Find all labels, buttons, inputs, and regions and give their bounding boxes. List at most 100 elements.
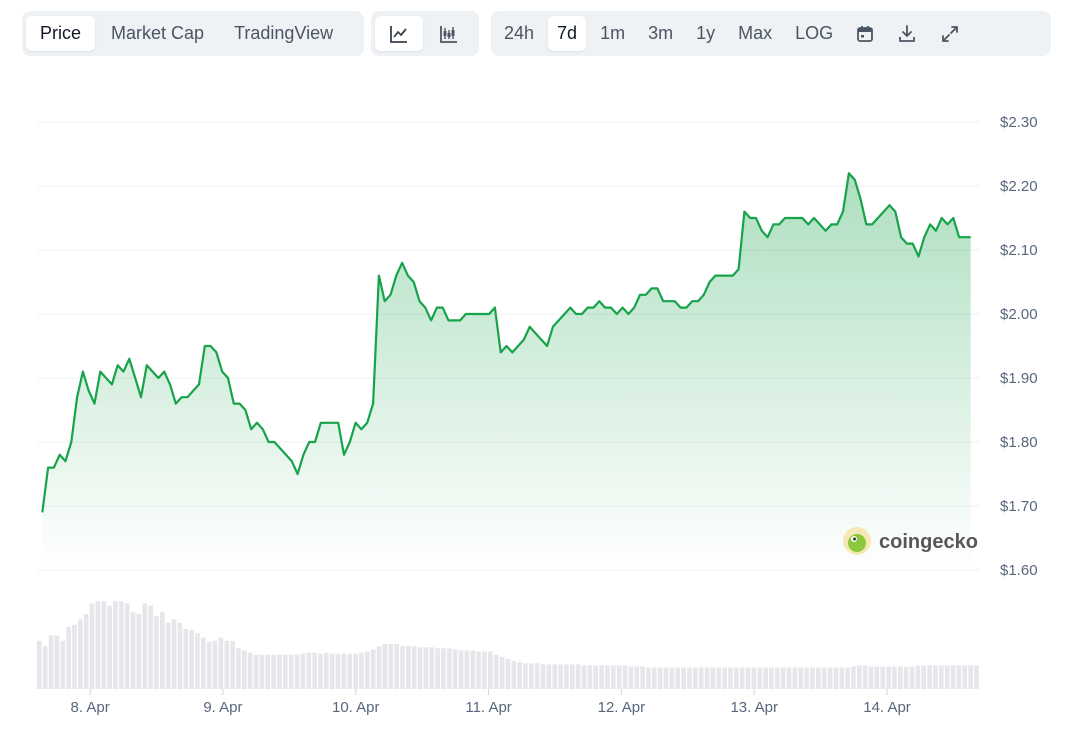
volume-bar <box>944 665 950 689</box>
x-tick-label: 10. Apr <box>332 699 380 716</box>
volume-bar <box>675 667 681 689</box>
volume-bar <box>400 646 405 689</box>
y-tick-label: $2.30 <box>1000 114 1038 131</box>
x-axis: 8. Apr 9. Apr 10. Apr 11. Apr 12. Apr 13. Apr… <box>71 689 911 716</box>
volume-bar <box>83 614 89 689</box>
volume-bar <box>845 667 850 689</box>
volume-bar <box>236 648 241 689</box>
volume-bar <box>616 665 622 689</box>
volume-bar <box>833 667 839 689</box>
volume-bar <box>406 646 411 689</box>
volume-bar <box>365 651 370 689</box>
volume-bar <box>646 667 651 689</box>
volume-bar <box>107 605 112 689</box>
volume-bar <box>599 665 604 689</box>
volume-bar <box>862 665 868 689</box>
volume-bar <box>318 653 323 689</box>
volume-bar <box>739 667 745 689</box>
volume-bar <box>517 662 522 689</box>
y-tick-label: $1.90 <box>1000 370 1038 387</box>
volume-bar <box>189 630 194 689</box>
volume-bar <box>242 650 247 689</box>
volume-bar <box>552 664 558 689</box>
volume-bar <box>37 640 42 689</box>
volume-bar <box>160 611 165 689</box>
price-chart: $1.60 $1.70 $1.80 $1.90 $2.00 $2.10 $2.20 $2.30… <box>37 114 1038 716</box>
volume-bar <box>511 661 517 689</box>
volume-bar <box>113 601 118 689</box>
volume-bar <box>669 667 675 689</box>
volume-bar <box>253 654 259 689</box>
x-tick-label: 11. Apr <box>465 699 511 716</box>
volume-bar <box>493 654 499 689</box>
volume-bar <box>757 667 763 689</box>
volume-bar <box>698 667 704 689</box>
volume-bar <box>347 653 353 689</box>
volume-bar <box>183 629 189 689</box>
volume-bar <box>915 665 921 689</box>
volume-bar <box>458 650 464 689</box>
volume-bar <box>464 650 470 689</box>
volume-bar <box>359 652 364 689</box>
volume-bar <box>792 667 798 689</box>
volume-bar <box>693 667 698 689</box>
volume-bar <box>640 666 645 689</box>
volume-bar <box>728 667 733 689</box>
volume-bar <box>206 641 212 689</box>
volume-bar <box>441 648 446 689</box>
volume-bar <box>124 603 130 689</box>
y-tick-label: $1.80 <box>1000 434 1038 451</box>
volume-bar <box>798 667 804 689</box>
volume-bar <box>816 667 821 689</box>
volume-bar <box>605 665 610 689</box>
volume-bar <box>95 601 101 689</box>
volume-bar <box>470 650 476 689</box>
volume-bar <box>933 665 938 689</box>
volume-bar <box>376 646 382 689</box>
volume-bar <box>42 646 48 689</box>
volume-bar <box>909 666 915 689</box>
volume-bar <box>119 601 124 689</box>
volume-bar <box>851 666 856 689</box>
volume-bar <box>593 665 599 689</box>
volume-bar <box>587 665 593 689</box>
volume-bar <box>546 664 552 689</box>
volume-bar <box>499 656 505 689</box>
y-tick-label: $2.10 <box>1000 242 1038 259</box>
volume-bar <box>628 666 634 689</box>
volume-bar <box>201 637 206 689</box>
volume-bar <box>956 665 962 689</box>
volume-bar <box>880 666 886 689</box>
volume-bar <box>581 665 587 689</box>
volume-bar <box>974 665 979 689</box>
volume-bar <box>429 647 435 689</box>
volume-bar <box>898 666 903 689</box>
volume-bar <box>622 665 628 689</box>
volume-bar <box>435 648 440 689</box>
volume-bar <box>230 640 235 689</box>
volume-bar <box>277 654 282 689</box>
volume-bar <box>142 603 148 689</box>
volume-bar <box>388 644 394 689</box>
x-tick-label: 13. Apr <box>730 699 778 716</box>
volume-bar <box>663 667 669 689</box>
volume-bar <box>394 644 399 689</box>
volume-bar <box>447 648 452 689</box>
volume-bar <box>271 654 276 689</box>
volume-bar <box>294 654 300 689</box>
volume-bar <box>921 665 927 689</box>
volume-bar <box>171 619 177 689</box>
volume-bar <box>195 633 200 689</box>
volume-bar <box>136 614 142 689</box>
volume-bar <box>423 647 429 689</box>
volume-bar <box>763 667 768 689</box>
volume-bar <box>288 654 294 689</box>
x-tick-label: 8. Apr <box>71 699 110 716</box>
volume-bar <box>101 601 107 689</box>
volume-bar <box>353 653 358 689</box>
volume-bar <box>657 667 663 689</box>
volume-bar <box>962 665 968 689</box>
volume-bar <box>335 653 341 689</box>
volume-bar <box>751 667 757 689</box>
volume-bar <box>300 653 306 689</box>
